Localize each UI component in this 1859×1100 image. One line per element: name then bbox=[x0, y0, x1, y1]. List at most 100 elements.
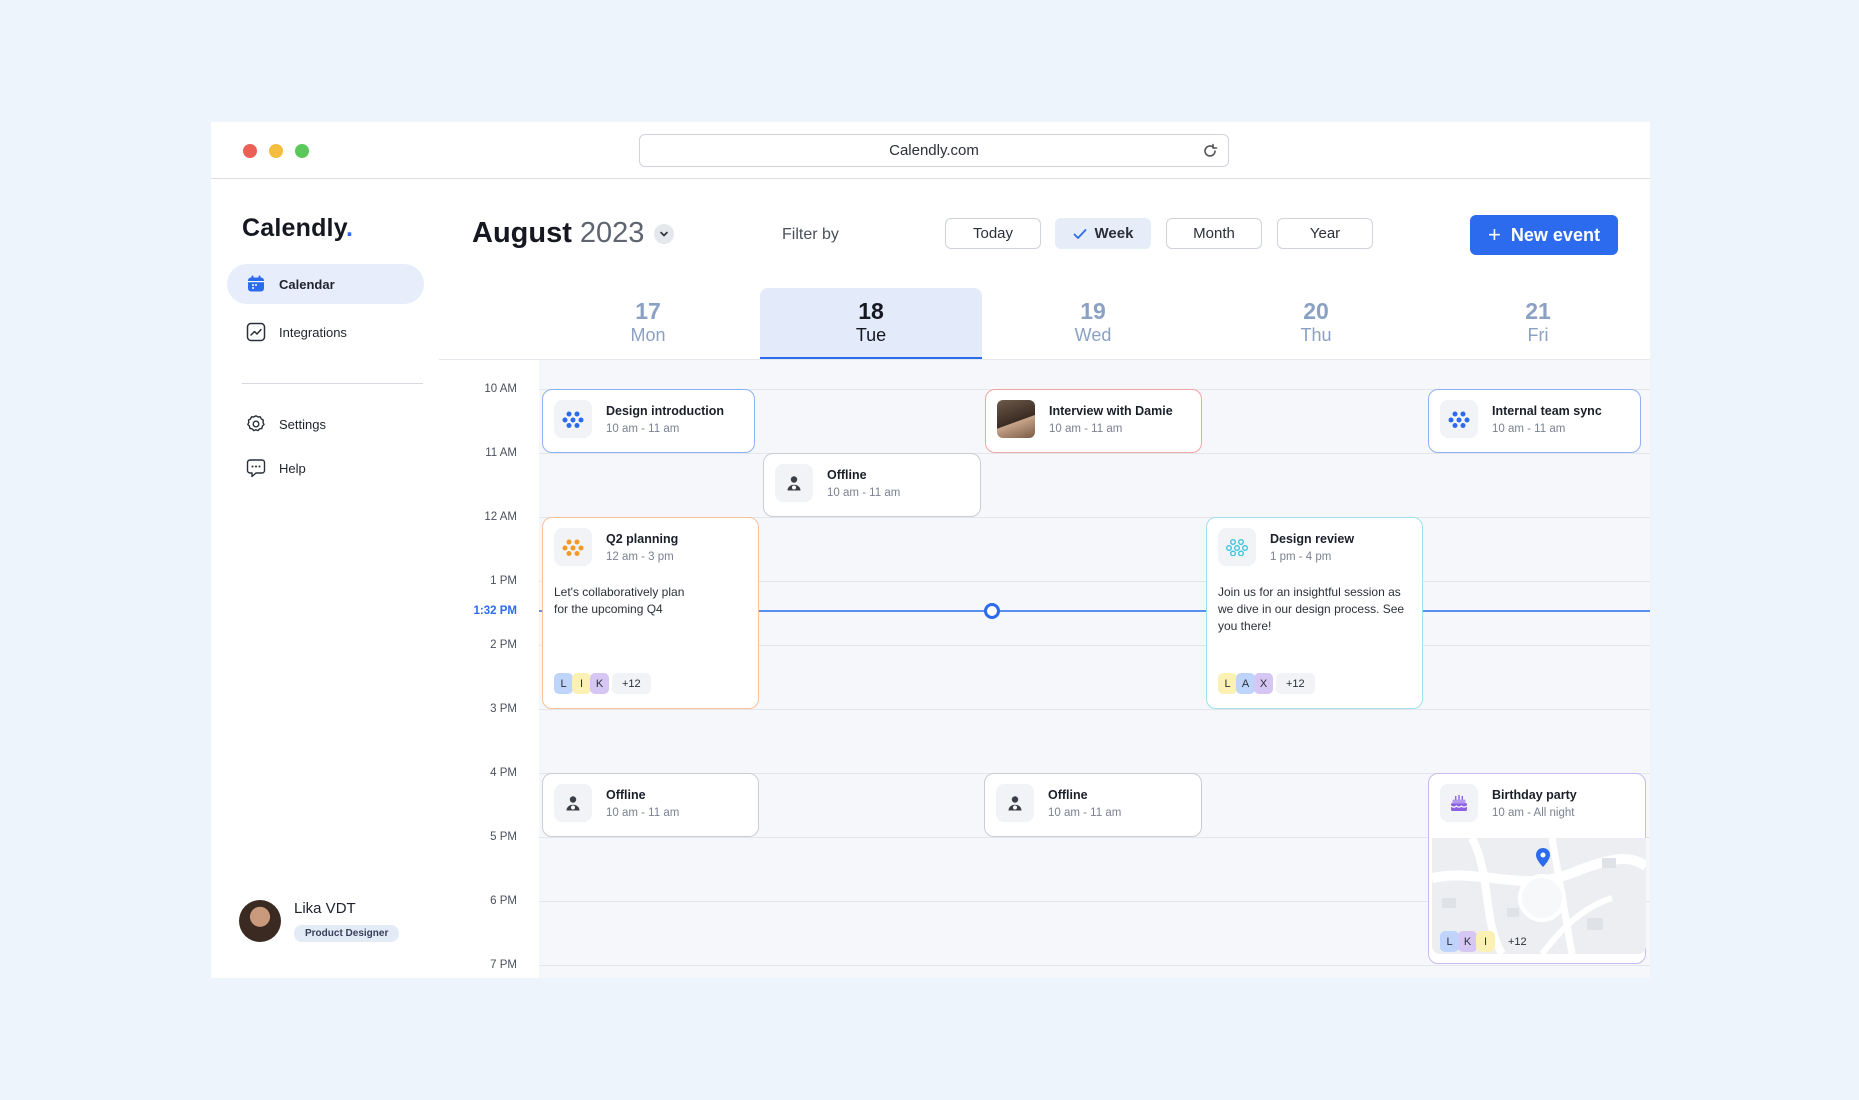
calendar-icon bbox=[245, 273, 267, 295]
browser-titlebar: Calendly.com bbox=[211, 122, 1650, 179]
event-time: 10 am - 11 am bbox=[827, 487, 901, 499]
time-label: 5 PM bbox=[490, 831, 517, 843]
browser-window: Calendly.com Calendly. Calendar Integrat… bbox=[211, 122, 1650, 978]
grid-line bbox=[539, 965, 1650, 966]
gear-icon bbox=[245, 413, 267, 435]
profile-role-badge: Product Designer bbox=[294, 925, 400, 942]
attendee-chips[interactable]: L K I +12 bbox=[1440, 931, 1537, 952]
day-header-fri[interactable]: 21 Fri bbox=[1427, 288, 1649, 359]
event-birthday-party[interactable]: Birthday party 10 am - All night L K I +… bbox=[1428, 773, 1646, 964]
event-offline-wed[interactable]: Offline 10 am - 11 am bbox=[984, 773, 1202, 837]
day-header-thu[interactable]: 20 Thu bbox=[1205, 288, 1427, 359]
cake-icon bbox=[1440, 784, 1478, 822]
user-offline-icon bbox=[996, 784, 1034, 822]
month-dropdown-button[interactable] bbox=[654, 223, 675, 244]
filter-week-button[interactable]: Week bbox=[1055, 218, 1151, 249]
team-icon bbox=[1440, 400, 1478, 438]
sidebar-item-integrations[interactable]: Integrations bbox=[227, 312, 424, 352]
day-name: Wed bbox=[1074, 325, 1112, 345]
reload-icon[interactable] bbox=[1200, 141, 1220, 161]
filter-label: Filter by bbox=[782, 226, 839, 243]
avatar bbox=[997, 400, 1035, 438]
sidebar-item-calendar[interactable]: Calendar bbox=[227, 264, 424, 304]
url-text: Calendly.com bbox=[889, 142, 979, 159]
time-label: 12 AM bbox=[484, 511, 517, 523]
day-number: 21 bbox=[1525, 298, 1551, 324]
sidebar-item-settings[interactable]: Settings bbox=[227, 404, 424, 444]
event-offline-tue[interactable]: Offline 10 am - 11 am bbox=[763, 453, 981, 517]
attendee-chip: L bbox=[1440, 931, 1459, 952]
chat-icon bbox=[245, 457, 267, 479]
app-logo[interactable]: Calendly. bbox=[242, 214, 353, 243]
person-photo bbox=[997, 400, 1035, 438]
more-attendees-badge: +12 bbox=[1508, 935, 1527, 948]
attendee-chips[interactable]: L A X +12 bbox=[1218, 673, 1315, 694]
month-label: August bbox=[472, 217, 572, 249]
more-attendees-badge: +12 bbox=[1276, 673, 1315, 694]
check-icon bbox=[1073, 228, 1086, 239]
event-time: 1 pm - 4 pm bbox=[1270, 551, 1332, 563]
time-label: 2 PM bbox=[490, 639, 517, 651]
day-header-tue[interactable]: 18 Tue bbox=[760, 288, 982, 359]
logo-dot: . bbox=[345, 214, 354, 242]
event-interview[interactable]: Interview with Damie 10 am - 11 am bbox=[985, 389, 1202, 453]
new-event-button[interactable]: + New event bbox=[1470, 215, 1618, 255]
attendee-chips[interactable]: L I K +12 bbox=[554, 673, 651, 694]
event-design-review[interactable]: Design review 1 pm - 4 pm Join us for an… bbox=[1206, 517, 1423, 709]
sidebar-item-label: Help bbox=[279, 460, 306, 476]
event-title: Offline bbox=[606, 788, 646, 802]
event-q2-planning[interactable]: Q2 planning 12 am - 3 pm Let's collabora… bbox=[542, 517, 759, 709]
team-icon bbox=[554, 400, 592, 438]
new-event-label: New event bbox=[1510, 224, 1600, 245]
close-window-button[interactable] bbox=[243, 144, 257, 158]
day-number: 18 bbox=[858, 298, 884, 324]
day-name: Tue bbox=[855, 325, 887, 345]
attendee-chip: K bbox=[590, 673, 609, 694]
time-label: 11 AM bbox=[485, 447, 517, 459]
sidebar-divider bbox=[242, 383, 423, 384]
attendee-chip: L bbox=[1218, 673, 1237, 694]
event-title: Q2 planning bbox=[606, 532, 679, 546]
day-number: 19 bbox=[1080, 298, 1106, 324]
time-label: 6 PM bbox=[490, 895, 517, 907]
plus-icon: + bbox=[1488, 222, 1501, 247]
event-time: 10 am - 11 am bbox=[606, 423, 680, 435]
current-time-label: 1:32 PM bbox=[473, 605, 517, 617]
event-title: Offline bbox=[827, 468, 867, 482]
day-name: Mon bbox=[630, 325, 666, 345]
sidebar-item-help[interactable]: Help bbox=[227, 448, 424, 488]
maximize-window-button[interactable] bbox=[295, 144, 309, 158]
filter-today-label: Today bbox=[972, 225, 1014, 242]
sidebar-item-label: Integrations bbox=[279, 324, 347, 340]
day-header-mon[interactable]: 17 Mon bbox=[537, 288, 759, 359]
profile-name: Lika VDT bbox=[294, 900, 356, 917]
event-time: 10 am - 11 am bbox=[1492, 423, 1566, 435]
event-internal-team-sync[interactable]: Internal team sync 10 am - 11 am bbox=[1428, 389, 1641, 453]
event-offline-mon[interactable]: Offline 10 am - 11 am bbox=[542, 773, 759, 837]
event-title: Birthday party bbox=[1492, 788, 1577, 802]
event-time: 10 am - 11 am bbox=[1048, 807, 1122, 819]
user-offline-icon bbox=[554, 784, 592, 822]
address-bar[interactable]: Calendly.com bbox=[639, 134, 1229, 167]
day-number: 20 bbox=[1303, 298, 1329, 324]
attendee-chip: X bbox=[1254, 673, 1273, 694]
time-label: 7 PM bbox=[490, 959, 517, 971]
user-profile[interactable]: Lika VDT Product Designer bbox=[239, 900, 400, 942]
event-design-introduction[interactable]: Design introduction 10 am - 11 am bbox=[542, 389, 755, 453]
event-time: 10 am - 11 am bbox=[606, 807, 680, 819]
day-header-wed[interactable]: 19 Wed bbox=[982, 288, 1204, 359]
filter-month-button[interactable]: Month bbox=[1166, 218, 1262, 249]
event-title: Design review bbox=[1270, 532, 1355, 546]
filter-today-button[interactable]: Today bbox=[945, 218, 1041, 249]
day-name: Thu bbox=[1300, 325, 1332, 345]
event-time: 10 am - 11 am bbox=[1049, 423, 1123, 435]
chevron-down-icon bbox=[660, 231, 669, 236]
logo-text: Calendly bbox=[242, 214, 346, 242]
minimize-window-button[interactable] bbox=[269, 144, 283, 158]
filter-year-button[interactable]: Year bbox=[1277, 218, 1373, 249]
event-title: Internal team sync bbox=[1492, 404, 1602, 418]
current-time-marker bbox=[984, 603, 1000, 619]
grid-line bbox=[539, 709, 1650, 710]
user-offline-icon bbox=[775, 464, 813, 502]
event-time: 10 am - All night bbox=[1492, 807, 1575, 819]
